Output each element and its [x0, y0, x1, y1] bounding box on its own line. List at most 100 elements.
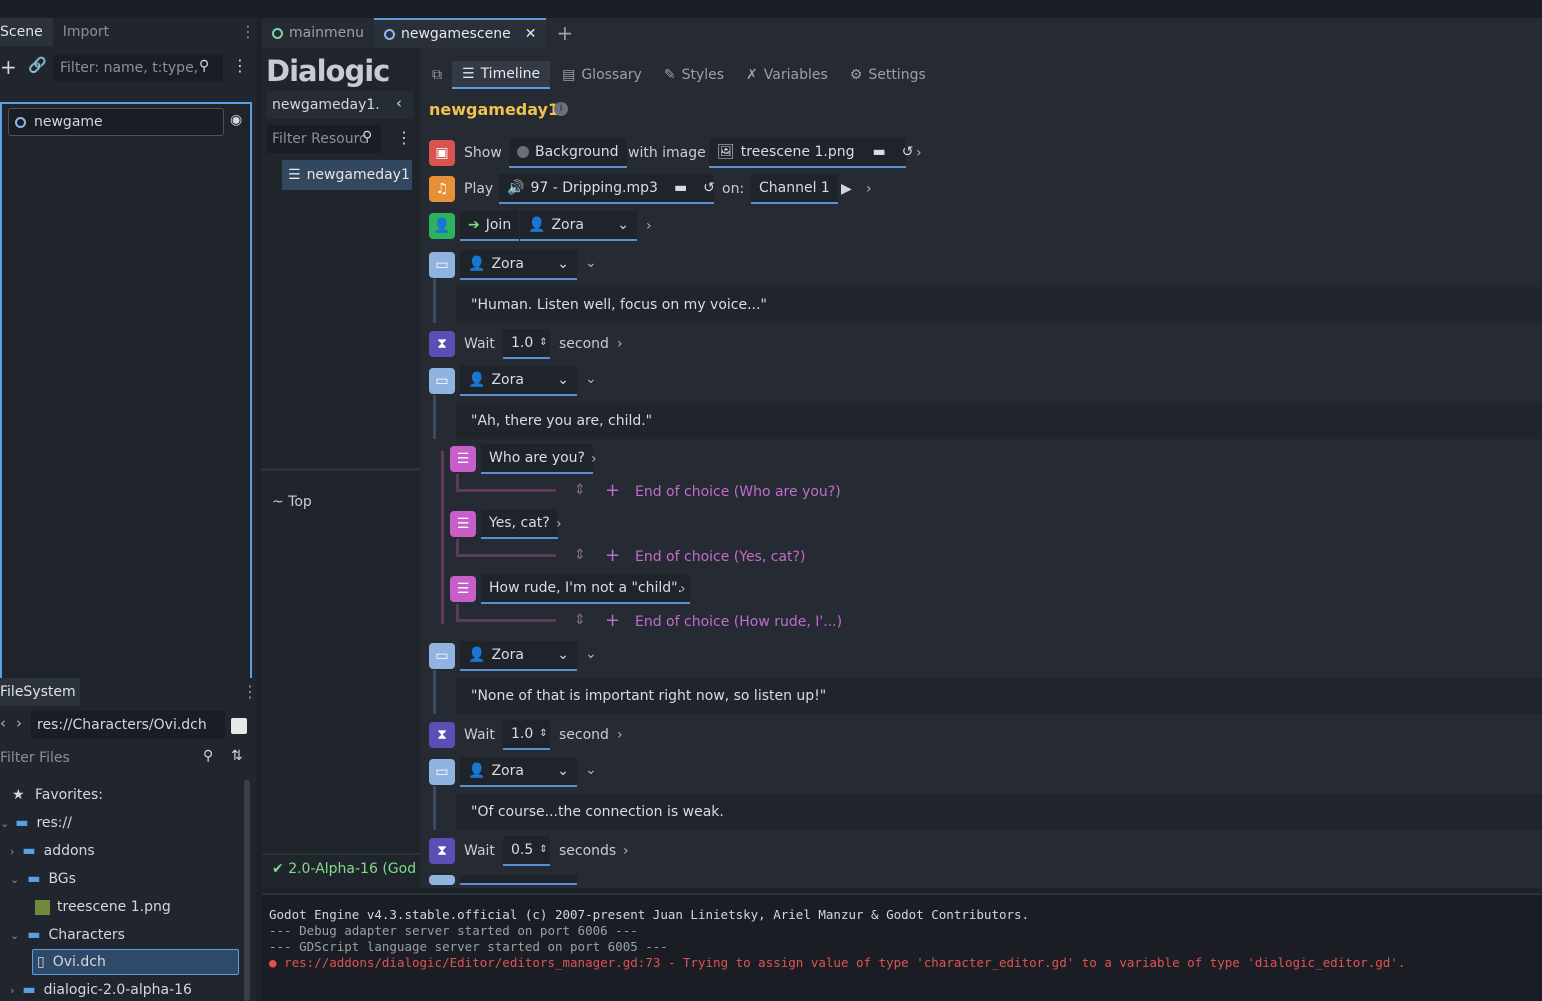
- choice-button[interactable]: How rude, I'm not a "child".: [481, 574, 691, 604]
- chevron-down-icon[interactable]: ⌄: [585, 646, 597, 662]
- spin-arrows-icon[interactable]: ⇕: [539, 720, 547, 748]
- scene-root-node[interactable]: newgame: [8, 108, 224, 136]
- chevron-down-icon[interactable]: ⌄: [585, 371, 597, 387]
- event-verb: Wait: [464, 336, 495, 352]
- fs-item-ovi[interactable]: ▯ Ovi.dch: [37, 948, 106, 976]
- back-arrow-icon[interactable]: ‹: [0, 714, 6, 732]
- scene-menu-icon[interactable]: ⋮: [232, 56, 248, 75]
- scene-icon: [272, 27, 283, 39]
- folder-icon: ▬: [27, 871, 41, 887]
- editor-toggle-icon[interactable]: ⧉: [424, 61, 450, 89]
- timeline-icon: ☰: [288, 167, 301, 183]
- scene-tab-newgamescene[interactable]: newgamescene ✕: [373, 18, 547, 49]
- link-icon[interactable]: 🔗: [28, 56, 47, 74]
- resource-tab[interactable]: newgameday1.: [266, 91, 414, 119]
- fs-scrollbar[interactable]: [244, 780, 250, 1001]
- dialog-text[interactable]: "Of course...the connection is weak.: [456, 794, 1542, 830]
- output-console[interactable]: Godot Engine v4.3.stable.official (c) 20…: [262, 893, 1542, 1001]
- fs-item-favorites[interactable]: ★ Favorites:: [12, 781, 103, 809]
- chevron-right-icon[interactable]: ›: [680, 581, 686, 597]
- add-scene-tab-button[interactable]: +: [546, 18, 583, 48]
- forward-arrow-icon[interactable]: ›: [16, 714, 22, 732]
- wait-duration-spinbox[interactable]: 0.5 ⇕: [503, 836, 550, 866]
- speaker-field[interactable]: [460, 875, 577, 885]
- resource-menu-icon[interactable]: ⋮: [396, 128, 412, 147]
- tab-glossary[interactable]: ▤ Glossary: [552, 61, 652, 89]
- chevron-right-icon[interactable]: ›: [591, 451, 597, 467]
- label-top[interactable]: ~ Top: [272, 494, 312, 510]
- fs-item-addons[interactable]: › ▬ addons: [10, 837, 95, 865]
- fs-tree[interactable]: ★ Favorites: ⌄ ▬ res:// › ▬ addons ⌄ ▬ BGs tre…: [0, 778, 244, 1001]
- fs-menu-icon[interactable]: ⋮: [242, 682, 258, 701]
- reset-icon[interactable]: ↺: [902, 138, 914, 166]
- timeline-area[interactable]: ▣ Show Background with image 🖼 treescene …: [420, 89, 1542, 885]
- join-character-field[interactable]: 👤 Zora ⌄: [520, 211, 637, 241]
- join-mode-field[interactable]: ➔ Join: [460, 211, 520, 241]
- chevron-right-icon[interactable]: ›: [916, 145, 922, 161]
- chevron-down-icon[interactable]: ⌄: [585, 762, 597, 778]
- fs-filter-input[interactable]: Filter Files: [0, 744, 225, 772]
- field-label: 97 - Dripping.mp3: [530, 180, 658, 196]
- tab-variables[interactable]: ✗ Variables: [736, 61, 838, 89]
- tab-import[interactable]: Import: [53, 18, 119, 46]
- tab-timeline[interactable]: ☰ Timeline: [452, 61, 551, 89]
- choice-button[interactable]: Who are you?: [481, 444, 593, 474]
- spin-arrows-icon[interactable]: ⇕: [539, 329, 547, 357]
- reset-icon[interactable]: ↺: [703, 174, 715, 202]
- scene-tree[interactable]: newgame ◉: [0, 102, 252, 686]
- dialog-text[interactable]: "None of that is important right now, so…: [456, 678, 1542, 714]
- speaker-field[interactable]: 👤 Zora ⌄: [460, 641, 577, 671]
- wait-duration-spinbox[interactable]: 1.0 ⇕: [503, 720, 550, 750]
- split-mode-icon[interactable]: [231, 718, 247, 734]
- add-event-icon[interactable]: +: [605, 480, 620, 501]
- folder-icon[interactable]: ▬: [674, 174, 687, 202]
- chevron-right-icon[interactable]: ›: [617, 336, 623, 352]
- wait-duration-spinbox[interactable]: 1.0 ⇕: [503, 329, 550, 359]
- audio-file-field[interactable]: 🔊 97 - Dripping.mp3 ▬ ↺: [499, 174, 715, 204]
- drag-handle-icon[interactable]: ⇕: [574, 482, 586, 498]
- chevron-right-icon[interactable]: ›: [866, 181, 872, 197]
- tab-settings[interactable]: ⚙ Settings: [840, 61, 936, 89]
- add-node-icon[interactable]: +: [0, 54, 17, 80]
- field-label: Channel 1: [759, 180, 830, 196]
- choice-button[interactable]: Yes, cat?: [481, 509, 558, 539]
- tab-filesystem[interactable]: FileSystem: [0, 678, 80, 706]
- speaker-field[interactable]: 👤 Zora ⌄: [460, 250, 577, 280]
- collapse-sidebar-icon[interactable]: ‹: [396, 94, 402, 112]
- chevron-right-icon[interactable]: ›: [617, 727, 623, 743]
- add-event-icon[interactable]: +: [605, 610, 620, 631]
- fs-item-dialogic[interactable]: › ▬ dialogic-2.0-alpha-16: [10, 976, 192, 1001]
- spin-arrows-icon[interactable]: ⇕: [539, 836, 547, 864]
- play-icon[interactable]: ▶: [841, 181, 852, 197]
- folder-icon[interactable]: ▬: [873, 138, 886, 166]
- add-event-icon[interactable]: +: [605, 545, 620, 566]
- sort-icon[interactable]: ⇅: [231, 748, 243, 764]
- fs-item-bgs[interactable]: ⌄ ▬ BGs: [10, 865, 76, 893]
- background-target-field[interactable]: Background: [509, 138, 627, 168]
- chevron-down-icon[interactable]: ⌄: [585, 255, 597, 271]
- fs-path-field[interactable]: res://Characters/Ovi.dch: [31, 711, 225, 739]
- fs-item-treescene[interactable]: treescene 1.png: [35, 893, 171, 921]
- fs-item-res[interactable]: ⌄ ▬ res://: [0, 809, 72, 837]
- drag-handle-icon[interactable]: ⇕: [574, 547, 586, 563]
- dialog-text[interactable]: "Ah, there you are, child.": [456, 403, 1542, 439]
- close-icon[interactable]: ✕: [525, 19, 537, 49]
- channel-field[interactable]: Channel 1: [751, 174, 838, 204]
- scene-filter-input[interactable]: Filter: name, t:type,: [53, 54, 223, 82]
- drag-handle-icon[interactable]: ⇕: [574, 612, 586, 628]
- chevron-right-icon[interactable]: ›: [556, 516, 562, 532]
- resource-item-newgameday1[interactable]: ☰ newgameday1: [282, 160, 412, 190]
- chevron-right-icon[interactable]: ›: [646, 218, 652, 234]
- tab-scene[interactable]: Scene: [0, 18, 53, 46]
- chevron-right-icon: ›: [10, 845, 15, 858]
- dock-menu-icon[interactable]: ⋮: [240, 22, 256, 41]
- dialog-text[interactable]: "Human. Listen well, focus on my voice..…: [456, 287, 1542, 323]
- image-file-field[interactable]: 🖼 treescene 1.png ▬ ↺: [709, 138, 913, 168]
- chevron-right-icon[interactable]: ›: [623, 843, 629, 859]
- speaker-field[interactable]: 👤 Zora ⌄: [460, 757, 577, 787]
- scene-tab-mainmenu[interactable]: mainmenu: [262, 18, 374, 48]
- fs-item-characters[interactable]: ⌄ ▬ Characters: [10, 921, 125, 949]
- tab-styles[interactable]: ✎ Styles: [654, 61, 734, 89]
- visibility-eye-icon[interactable]: ◉: [230, 112, 242, 128]
- speaker-field[interactable]: 👤 Zora ⌄: [460, 366, 577, 396]
